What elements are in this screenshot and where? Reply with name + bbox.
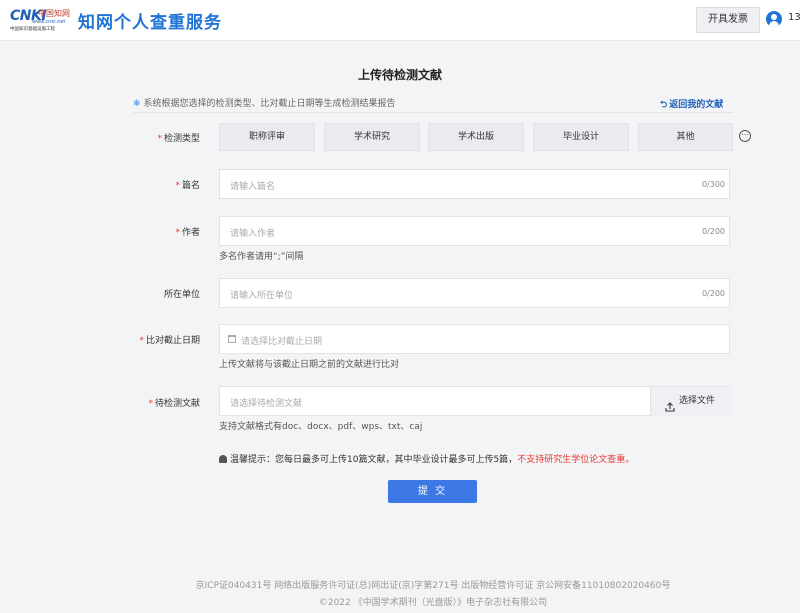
back-to-my-docs-link[interactable]: ⮌ 返回我的文献 — [660, 97, 723, 113]
more-options-icon[interactable]: ⋯ — [739, 130, 751, 142]
cnki-logo[interactable]: CNKI 中国知网 www.cnki.net 中国知识基础设施工程 — [10, 8, 70, 32]
notice-label: 系统根据您选择的检测类型、比对截止日期等生成检测结果报告 — [143, 99, 396, 109]
title-label: * 篇名 — [175, 181, 200, 191]
user-avatar-icon[interactable] — [766, 11, 782, 27]
divider — [133, 112, 733, 113]
bell-icon — [219, 455, 227, 463]
org-placeholder: 请输入所在单位 — [230, 291, 294, 301]
date-picker[interactable]: 请选择比对截止日期 — [219, 324, 730, 354]
choose-file-button[interactable]: 选择文件 — [650, 387, 732, 416]
upload-tip: 温馨提示：您每日最多可上传10篇文献，其中毕业设计最多可上传5篇，不支持研究生学… — [219, 452, 634, 465]
title-placeholder: 请输入篇名 — [230, 182, 276, 192]
logo-url-text: www.cnki.net — [32, 19, 66, 25]
author-input[interactable]: 请输入作者 0/200 — [219, 216, 730, 246]
footer-license-line: 京ICP证040431号 网络出版服务许可证(总)网出证(京)字第271号 出版… — [195, 581, 671, 591]
top-header: CNKI 中国知网 www.cnki.net 中国知识基础设施工程 知网个人查重… — [0, 0, 800, 41]
org-label: 所在单位 — [163, 290, 200, 300]
title-char-count: 0/300 — [701, 180, 725, 189]
org-char-count: 0/200 — [701, 289, 725, 298]
page-title: 上传待检测文献 — [357, 68, 442, 82]
type-option-other[interactable]: 其他 — [638, 123, 733, 151]
type-option-academic-publishing[interactable]: 学术出版 — [428, 123, 524, 151]
back-arrow-icon: ⮌ — [660, 100, 668, 110]
type-label: * 检测类型 — [157, 134, 200, 144]
notice-text: ❄ 系统根据您选择的检测类型、比对截止日期等生成检测结果报告 — [133, 96, 396, 109]
file-placeholder: 请选择待检测文献 — [230, 399, 303, 409]
title-input[interactable]: 请输入篇名 0/300 — [219, 169, 730, 199]
date-hint: 上传文献将与该截止日期之前的文献进行比对 — [219, 360, 400, 370]
choose-file-label: 选择文件 — [679, 396, 716, 406]
footer-copyright: ©2022 《中国学术期刊（光盘版）》电子杂志社有限公司 — [318, 598, 548, 608]
author-label: * 作者 — [175, 228, 200, 238]
org-input[interactable]: 请输入所在单位 0/200 — [219, 278, 730, 308]
date-placeholder: 请选择比对截止日期 — [241, 337, 323, 347]
calendar-icon — [228, 335, 236, 343]
user-name[interactable]: 13 — [788, 12, 800, 23]
type-option-graduation-design[interactable]: 毕业设计 — [533, 123, 629, 151]
date-label: * 比对截止日期 — [139, 336, 200, 346]
site-title: 知网个人查重服务 — [78, 13, 222, 33]
author-placeholder: 请输入作者 — [230, 229, 276, 239]
back-link-label: 返回我的文献 — [669, 100, 724, 110]
author-hint: 多名作者请用“;”间隔 — [219, 252, 304, 262]
submit-button[interactable]: 提 交 — [388, 480, 477, 503]
file-format-hint: 支持文献格式有doc、docx、pdf、wps、txt、caj — [219, 422, 423, 432]
logo-cn-text: 中国知网 — [38, 9, 70, 18]
type-option-title-review[interactable]: 职称评审 — [219, 123, 315, 151]
invoice-button[interactable]: 开具发票 — [696, 7, 760, 33]
author-char-count: 0/200 — [701, 227, 725, 236]
upload-icon — [665, 396, 675, 412]
tip-warning: 不支持研究生学位论文查重。 — [517, 455, 635, 465]
snowflake-icon: ❄ — [133, 99, 141, 109]
type-option-academic-research[interactable]: 学术研究 — [324, 123, 420, 151]
tip-text: 温馨提示：您每日最多可上传10篇文献，其中毕业设计最多可上传5篇， — [230, 455, 518, 465]
logo-sub-text: 中国知识基础设施工程 — [10, 27, 55, 32]
file-label: * 待检测文献 — [148, 399, 200, 409]
